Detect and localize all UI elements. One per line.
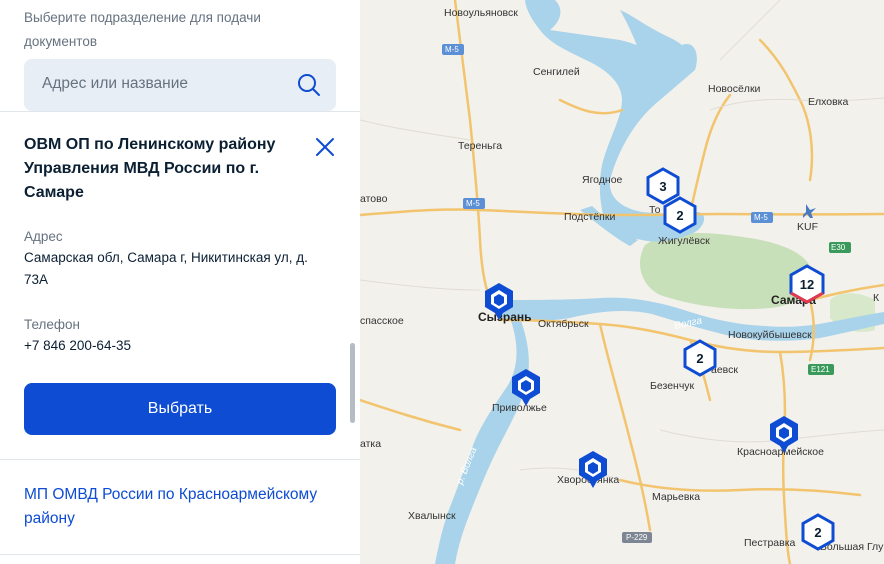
town-label: Хвалынск — [408, 510, 456, 522]
town-label: атово — [360, 193, 388, 205]
town-label: Приволжье — [492, 402, 547, 414]
svg-text:2: 2 — [814, 525, 821, 540]
phone-label: Телефон — [24, 317, 81, 332]
search-placeholder: Адрес или название — [42, 75, 188, 92]
town-label: Новосёлки — [708, 83, 761, 95]
road-shield-m5a: М-5 — [442, 44, 464, 55]
town-label: Красноармейское — [737, 446, 824, 458]
road-shield-e121: E121 — [808, 364, 834, 375]
address-value: Самарская обл, Самара г, Никитинская ул,… — [24, 250, 308, 287]
map-canvas[interactable]: М-5 М-5 М-5 E30 E121 Р-229 Новоульяновск… — [360, 0, 884, 564]
address-label: Адрес — [24, 229, 63, 244]
phone-value: +7 846 200-64-35 — [24, 338, 131, 353]
town-label: KUF — [797, 221, 818, 233]
svg-text:12: 12 — [800, 277, 814, 292]
select-button[interactable]: Выбрать — [24, 383, 336, 435]
town-label: Марьевка — [652, 491, 700, 503]
svg-text:3: 3 — [659, 179, 666, 194]
town-label: Тереньга — [458, 140, 502, 152]
cluster-marker[interactable]: 3 — [646, 167, 680, 205]
svg-text:E121: E121 — [811, 365, 830, 374]
search-icon[interactable] — [296, 72, 322, 98]
road-shield-m5c: М-5 — [751, 212, 773, 223]
city-label: Сызрань — [478, 310, 532, 324]
town-label: Елховка — [808, 96, 849, 108]
town-label: Безенчук — [650, 380, 695, 392]
road-shield-e30: E30 — [829, 242, 851, 253]
road-shield-r229: Р-229 — [622, 532, 652, 543]
divider — [0, 459, 360, 460]
scrollbar-thumb[interactable] — [350, 343, 355, 423]
cluster-marker[interactable]: 2 — [801, 513, 835, 551]
road-shield-m5b: М-5 — [463, 198, 485, 209]
town-label: Подстёпки — [564, 211, 615, 223]
town-label: Ягодное — [582, 174, 623, 186]
office-select-panel: Выберите подразделение для подачи докуме… — [0, 0, 360, 564]
svg-text:Р-229: Р-229 — [626, 533, 648, 542]
divider — [0, 554, 360, 555]
town-label: К — [873, 292, 880, 304]
town-label: Сенгилей — [533, 66, 580, 78]
cluster-marker-selected[interactable]: 12 — [789, 264, 825, 304]
svg-text:2: 2 — [676, 208, 683, 223]
airport-icon — [803, 204, 816, 218]
office-list-item[interactable]: МП ОМВД России по Красноармейскому район… — [24, 483, 344, 531]
close-icon[interactable] — [312, 134, 338, 160]
town-label: Новокуйбышевск — [728, 329, 812, 341]
town-label: Октябрьск — [538, 318, 589, 330]
town-label: Новоульяновск — [444, 7, 518, 19]
svg-text:E30: E30 — [831, 243, 846, 252]
divider — [0, 111, 360, 112]
svg-text:М-5: М-5 — [754, 213, 768, 222]
volga-river-south — [435, 318, 529, 564]
town-label: атка — [360, 438, 381, 450]
selected-office-title: ОВМ ОП по Ленинскому району Управления М… — [24, 136, 276, 201]
town-label: Пестравка — [744, 537, 796, 549]
svg-text:М-5: М-5 — [445, 45, 459, 54]
svg-text:М-5: М-5 — [466, 199, 480, 208]
town-label: спасское — [360, 315, 404, 327]
svg-text:2: 2 — [696, 351, 703, 366]
town-label: То — [649, 204, 661, 216]
cluster-marker[interactable]: 2 — [683, 339, 717, 377]
town-label: Жигулёвск — [658, 235, 710, 247]
panel-intro-text: Выберите подразделение для подачи докуме… — [24, 10, 261, 49]
search-input[interactable]: Адрес или название — [24, 59, 336, 111]
cluster-marker[interactable]: 2 — [663, 196, 697, 234]
map-view[interactable]: М-5 М-5 М-5 E30 E121 Р-229 Новоульяновск… — [360, 0, 884, 564]
